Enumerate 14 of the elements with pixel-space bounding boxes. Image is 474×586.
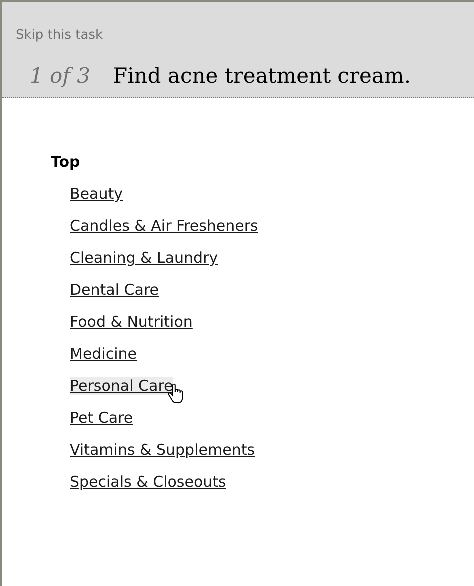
category-link[interactable]: Vitamins & Supplements [70, 441, 256, 459]
task-instruction: Find acne treatment cream. [113, 63, 412, 90]
skip-task-link[interactable]: Skip this task [16, 28, 103, 43]
tree-heading: Top [51, 152, 82, 172]
category-link[interactable]: Specials & Closeouts [70, 473, 226, 491]
category-link[interactable]: Pet Care [70, 409, 134, 427]
category-link[interactable]: Food & Nutrition [70, 313, 193, 331]
progress-counter: 1 of 3 [30, 63, 92, 90]
category-link[interactable]: Cleaning & Laundry [70, 249, 218, 267]
category-link[interactable]: Medicine [70, 345, 138, 363]
category-link[interactable]: Dental Care [70, 281, 160, 299]
category-link[interactable]: Candles & Air Fresheners [70, 217, 258, 235]
category-link[interactable]: Personal Care [70, 377, 174, 395]
category-link[interactable]: Beauty [70, 185, 123, 203]
